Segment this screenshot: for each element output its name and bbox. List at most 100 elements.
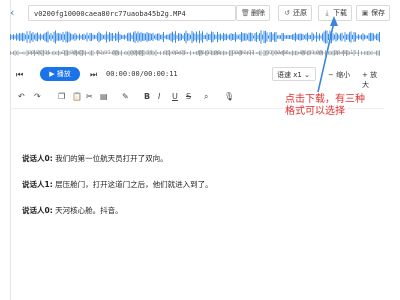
zoom-in-button[interactable]: + 放大 [362,70,384,90]
waveform-bar [74,32,76,42]
waveform-bar [238,35,239,39]
waveform-bar [341,32,343,42]
transcript-line[interactable]: 说话人0: 我们的第一位航天员打开了双向。 [22,153,168,164]
highlight-icon[interactable]: ✎ [122,92,129,101]
waveform-bar [287,34,289,40]
waveform-bar [85,35,86,39]
waveform-bar [130,32,131,42]
waveform-bar [274,32,275,42]
chevron-down-icon: ⌄ [304,71,310,79]
waveform-bar [122,35,124,39]
waveform-bar [323,31,325,43]
waveform-bar [22,32,23,42]
underline-icon[interactable]: U [172,92,178,101]
waveform-bar [362,33,364,41]
waveform-bar [211,31,212,43]
waveform-bar [190,34,191,40]
download-button[interactable]: ⤓ 下载 [318,5,352,21]
waveform-bar [55,30,56,44]
search-icon[interactable]: ⌕ [204,92,208,102]
timeline-tick: 00:00:04 [130,50,153,56]
waveform-bar [155,34,157,40]
waveform-bar [142,33,143,41]
waveform-bar [208,34,209,40]
strikethrough-icon[interactable]: S [186,92,191,101]
waveform-bar [86,32,88,42]
timeline-tick: 00:00:09 [300,50,323,56]
microphone-icon[interactable]: 🎙 [224,92,234,101]
bold-icon[interactable]: B [144,92,150,101]
waveform-bar [286,35,287,39]
waveform-bar [326,30,328,44]
waveform-bar [181,33,182,41]
waveform-bar [191,30,193,44]
waveform-bar [310,35,311,39]
waveform-bar [302,34,304,40]
waveform-bar [223,32,224,42]
waveform-bar [269,32,271,42]
waveform-bar [53,31,55,43]
transcript-line[interactable]: 说话人0: 天河核心舱。抖音。 [22,205,123,216]
waveform-bar [325,30,326,44]
waveform-bar [106,31,107,43]
waveform-bar [170,32,172,42]
waveform-bar [280,35,281,39]
waveform-bar [371,33,373,41]
waveform-bar [58,33,59,41]
waveform-bar [133,32,134,42]
waveform-bar [89,32,91,42]
paste-icon[interactable]: ▤ [100,92,108,101]
waveform-bar [265,30,266,44]
clipboard-icon[interactable]: 📋 [72,92,82,101]
waveform-bar [241,31,242,43]
waveform-bar [11,35,13,39]
waveform-bar [233,33,235,41]
waveform-bar [80,35,82,39]
play-button[interactable]: ▶ 播放 [40,67,80,81]
copy-icon[interactable]: ❐ [58,92,65,101]
player-bar: ⏮ ▶ 播放 ⏭ 00:00:00/00:00:11 语速 x1 ⌄ − 缩小 … [10,66,384,89]
waveform-bar [25,34,26,40]
undo-icon[interactable]: ↶ [18,92,25,101]
waveform-bar [244,33,245,41]
transcript-line[interactable]: 说话人1: 层压舱门，打开这道门之后，他们就进入到了。 [22,179,213,190]
waveform-bar [320,35,322,39]
filename-field[interactable]: v0200fg10000caea80rc77uaoba45b2g.MP4 [28,5,236,21]
italic-icon[interactable]: I [158,92,160,101]
restore-button[interactable]: ↺ 还原 [278,5,312,21]
waveform-bar [70,33,71,41]
save-button[interactable]: ▣ 保存 [356,5,390,21]
waveform-bar [256,32,257,42]
waveform-bar [32,32,34,42]
back-icon[interactable]: ‹ [10,7,22,19]
zoom-out-button[interactable]: − 缩小 [328,70,350,80]
waveform-bar [247,34,248,40]
waveform-bar [19,33,20,41]
waveform-bar [103,35,104,39]
waveform-bar [73,34,74,40]
waveform-bar [145,33,146,41]
waveform-bar [179,33,181,41]
waveform-bar [167,34,169,40]
speed-select[interactable]: 语速 x1 ⌄ [272,67,316,81]
timeline-tick: 00:00:01 [28,50,51,56]
delete-button[interactable]: 🗑删除 [236,5,270,21]
waveform-bar [368,33,370,41]
waveform-bar [166,34,167,40]
waveform-bar [127,33,128,41]
redo-icon[interactable]: ↷ [34,92,41,101]
skip-back-icon[interactable]: ⏮ [16,70,23,80]
waveform-bar [152,32,154,42]
waveform-bar [76,34,77,40]
waveform-bar [197,34,199,40]
waveform-bar [94,34,95,40]
waveform-bar [352,34,353,40]
waveform-bar [250,32,251,42]
waveform-bar [271,32,272,42]
waveform-bar [212,32,214,42]
waveform-bar [139,33,140,41]
waveform-bar [182,35,184,39]
skip-forward-icon[interactable]: ⏭ [90,70,97,80]
cut-icon[interactable]: ✂ [86,92,93,101]
waveform-bar [334,34,335,40]
